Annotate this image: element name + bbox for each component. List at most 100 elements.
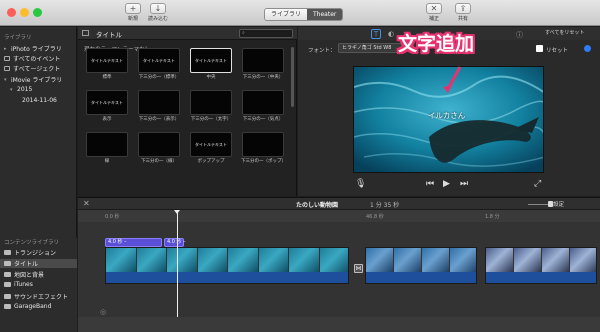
content-item-sound-effects[interactable]: サウンドエフェクト [4, 292, 68, 301]
video-clip[interactable] [105, 247, 349, 284]
map-icon [4, 272, 11, 277]
title-tile-text: タイトルテキスト [195, 58, 227, 63]
title-tile[interactable] [86, 132, 128, 157]
content-item-transitions[interactable]: トランジション [4, 248, 56, 257]
font-select[interactable]: ヒラギノ角ゴ Std W8 [338, 43, 402, 53]
title-tile-text: タイトルテキスト [195, 142, 227, 147]
maximize-window-button[interactable] [33, 8, 42, 17]
color-icon[interactable]: ◐ [388, 30, 394, 38]
plus-icon: + [125, 3, 141, 14]
zoom-slider[interactable] [528, 204, 550, 205]
title-tile-caption: 中央 [206, 75, 216, 80]
transition-icon[interactable]: ⋈ [354, 264, 363, 273]
import-button[interactable]: ↓ 読み込む [148, 3, 168, 22]
clip-frame [228, 248, 258, 272]
sidebar-toggle-icon[interactable] [82, 30, 89, 36]
sidebar-item-2015[interactable]: ▾ 2015 [10, 86, 32, 93]
apply-button[interactable] [584, 45, 591, 52]
video-title-overlay[interactable]: イルカさん [428, 110, 465, 121]
project-icon [4, 66, 10, 71]
sidebar-item-all-projects[interactable]: すべてージェクト [4, 64, 60, 73]
close-icon[interactable]: ✕ [83, 199, 90, 208]
video-clip[interactable] [365, 247, 477, 284]
share-button[interactable]: ⇪ 共有 [455, 3, 471, 22]
title-tile[interactable]: タイトルテキスト [138, 48, 180, 73]
minimize-window-button[interactable] [20, 8, 29, 17]
video-clip[interactable] [485, 247, 597, 284]
sound-icon [4, 294, 11, 299]
share-button-label: 共有 [457, 16, 468, 22]
timecode: 0.0 秒 [105, 214, 120, 220]
tab-library[interactable]: ライブラリ [265, 9, 308, 20]
guitar-icon [4, 304, 11, 309]
sidebar-item-iphoto[interactable]: ▸ iPhoto ライブラリ [4, 44, 62, 54]
tab-theater[interactable]: Theater [307, 9, 343, 20]
clip-frame [542, 248, 569, 272]
sidebar-item-all-events[interactable]: すべてのイベント [4, 54, 60, 63]
title-tile-caption: ポップアップ [197, 159, 225, 164]
title-tile-text: タイトルテキスト [91, 100, 123, 105]
title-clip[interactable]: 4.0 秒 – [105, 238, 162, 247]
content-item-maps[interactable]: 地図と背景 [4, 270, 44, 279]
clip-frame [422, 248, 449, 272]
sidebar-item-label: iPhoto ライブラリ [11, 46, 62, 53]
search-icon: ⌕ [242, 30, 245, 36]
title-tile-caption: 表示 [102, 117, 112, 122]
scrollbar[interactable] [291, 47, 294, 107]
title-tile[interactable] [242, 132, 284, 157]
annotation-text: 文字追加 [398, 33, 475, 55]
clip-frame [514, 248, 541, 272]
content-item-itunes[interactable]: iTunes [4, 281, 33, 288]
title-tile-caption: 下三分の一（ポップ） [241, 159, 285, 164]
project-title: たのしい動物園 [296, 202, 339, 209]
title-clip[interactable]: 4.0 秒 – [164, 238, 186, 247]
title-tile[interactable]: タイトルテキスト [86, 48, 128, 73]
title-tile[interactable] [242, 48, 284, 73]
title-tile-caption: 下三分の一（中央） [242, 75, 284, 80]
title-tile-text: タイトルテキスト [143, 58, 175, 63]
content-item-garageband[interactable]: GarageBand [4, 303, 51, 310]
clip-frame [486, 248, 513, 272]
sidebar-item-event-date[interactable]: 2014-11-06 [22, 97, 57, 104]
project-duration: 1 分 35 秒 [370, 202, 400, 209]
skip-back-icon[interactable]: ⏮ [426, 179, 434, 189]
playhead[interactable] [177, 212, 178, 317]
content-library-header: コンテンツライブラリ [4, 240, 60, 246]
title-tile[interactable] [138, 90, 180, 115]
timeline-settings-button[interactable]: 設定 [553, 200, 564, 208]
title-tile[interactable] [242, 90, 284, 115]
search-input[interactable]: ⌕ [239, 29, 293, 38]
clip-frame [106, 248, 136, 272]
download-icon: ↓ [150, 3, 166, 14]
text-style-icon[interactable]: T [371, 29, 381, 39]
content-item-titles[interactable]: タイトル [0, 259, 77, 268]
enhance-button[interactable]: ✕ 補正 [426, 3, 442, 22]
viewer: T ◐ ⓘ すべてをリセット フォント： ヒラギノ角ゴ Std W8 リセット [298, 27, 600, 196]
info-icon[interactable]: ⓘ [516, 30, 523, 40]
clip-frame [570, 248, 596, 272]
skip-forward-icon[interactable]: ⏭ [460, 179, 468, 189]
reset-button[interactable]: リセット [546, 46, 568, 54]
new-button-label: 新規 [127, 16, 138, 22]
clip-frame [394, 248, 421, 272]
reset-checkbox[interactable] [536, 45, 543, 52]
fullscreen-icon[interactable]: ⤢ [534, 179, 541, 189]
content-item-label: サウンドエフェクト [14, 294, 69, 301]
reset-all-button[interactable]: すべてをリセット [545, 29, 584, 36]
microphone-icon[interactable]: 🎙 [355, 179, 366, 189]
new-button[interactable]: + 新規 [125, 3, 141, 22]
content-item-label: iTunes [14, 281, 33, 288]
sidebar-item-label: 2014-11-06 [22, 97, 57, 104]
disclosure-icon: ▾ [10, 86, 13, 93]
clip-frame [197, 248, 227, 272]
title-tile[interactable]: タイトルテキスト [86, 90, 128, 115]
close-window-button[interactable] [7, 8, 16, 17]
title-tile[interactable]: タイトルテキスト [190, 132, 232, 157]
voiceover-icon[interactable]: ◎ [100, 308, 106, 316]
title-tile[interactable] [190, 90, 232, 115]
audio-waveform [106, 272, 348, 283]
title-tile[interactable] [138, 132, 180, 157]
sidebar-item-imovie-library[interactable]: ▾ iMovie ライブラリ [4, 75, 62, 85]
play-icon[interactable]: ▶ [443, 179, 450, 189]
title-tile[interactable]: タイトルテキスト [190, 48, 232, 73]
